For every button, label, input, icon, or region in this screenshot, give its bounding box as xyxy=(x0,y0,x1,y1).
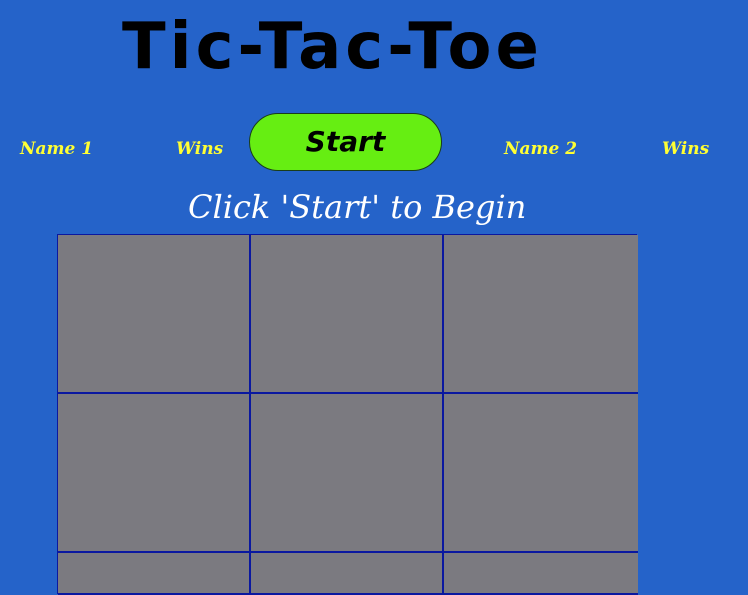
game-status: Click 'Start' to Begin xyxy=(188,188,527,226)
board-cell-8[interactable] xyxy=(251,553,444,595)
player1-name: Name 1 xyxy=(20,139,94,159)
board-cell-5[interactable] xyxy=(251,394,444,553)
board-cell-4[interactable] xyxy=(58,394,251,553)
player1-wins: Wins xyxy=(176,139,224,159)
player2-name: Name 2 xyxy=(504,139,578,159)
player2-wins: Wins xyxy=(662,139,710,159)
board-cell-6[interactable] xyxy=(444,394,638,553)
board-cell-3[interactable] xyxy=(444,235,638,394)
game-title: Tic-Tac-Toe xyxy=(122,10,543,84)
board-cell-9[interactable] xyxy=(444,553,638,595)
board-cell-2[interactable] xyxy=(251,235,444,394)
game-board xyxy=(57,234,638,595)
board-cell-7[interactable] xyxy=(58,553,251,595)
board-cell-1[interactable] xyxy=(58,235,251,394)
start-button[interactable]: Start xyxy=(249,113,442,171)
